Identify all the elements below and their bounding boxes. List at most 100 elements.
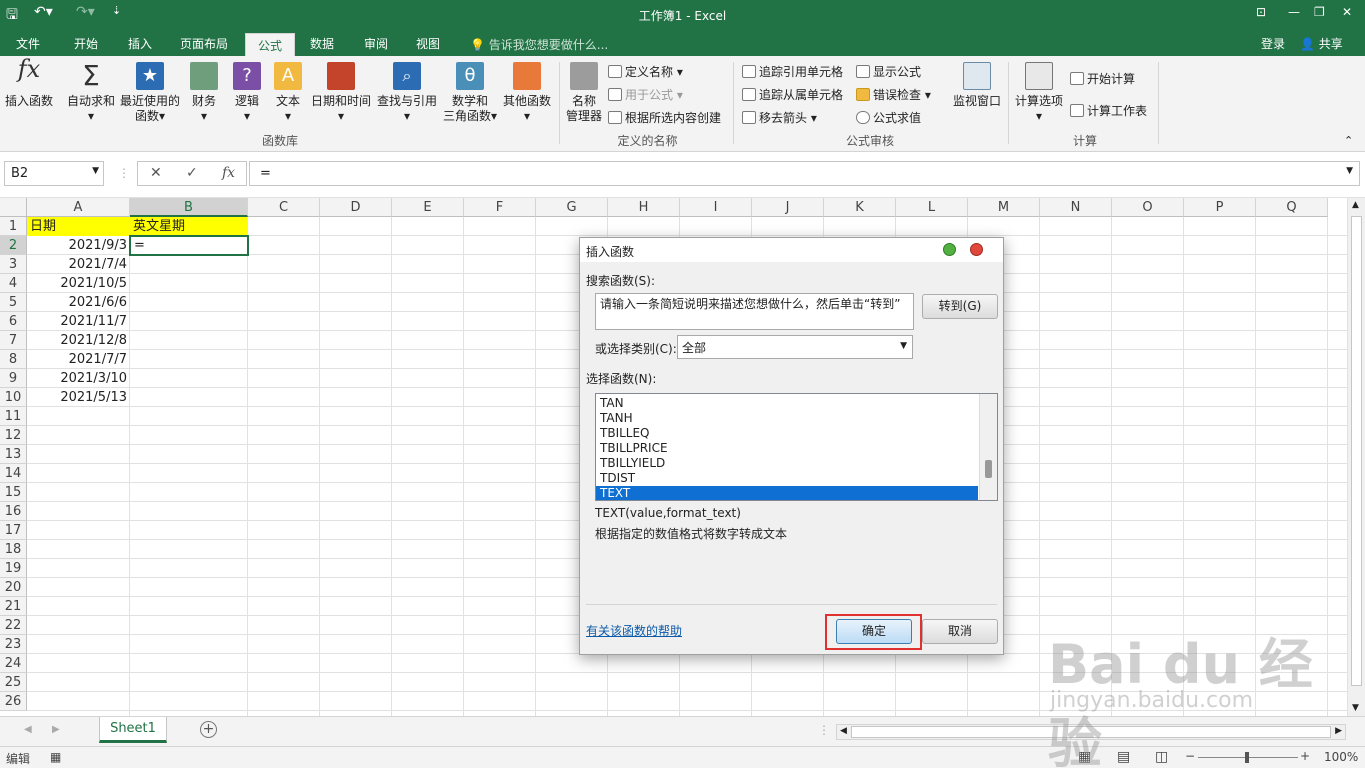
row-header-10[interactable]: 10 — [0, 388, 27, 407]
list-item[interactable]: TBILLEQ — [596, 426, 997, 441]
tab-data[interactable]: 数据 — [310, 35, 334, 52]
insert-function-icon[interactable]: fx — [222, 165, 235, 181]
cell-a9[interactable]: 2021/3/10 — [27, 369, 130, 388]
cell-a8[interactable]: 2021/7/7 — [27, 350, 130, 369]
show-formulas-button[interactable]: 显示公式 — [856, 63, 921, 80]
function-list[interactable]: TAN TANH TBILLEQ TBILLPRICE TBILLYIELD T… — [595, 393, 998, 501]
column-header-k[interactable]: K — [824, 198, 896, 217]
minimize-icon[interactable]: — — [1288, 5, 1300, 19]
expand-formula-icon[interactable]: ▼ — [1346, 166, 1353, 176]
search-function-input[interactable]: 请输入一条简短说明来描述您想做什么，然后单击“转到” — [595, 293, 914, 330]
ribbon-display-icon[interactable]: ⊡ — [1256, 5, 1266, 19]
list-item-selected[interactable]: TEXT — [596, 486, 978, 500]
cell-b2-active[interactable]: = — [129, 235, 249, 256]
scroll-up-icon[interactable]: ▲ — [1352, 200, 1359, 210]
error-checking-button[interactable]: 错误检查 ▾ — [856, 86, 931, 103]
column-header-p[interactable]: P — [1184, 198, 1256, 217]
column-header-b[interactable]: B — [130, 198, 248, 217]
column-header-e[interactable]: E — [392, 198, 464, 217]
calculate-now-button[interactable]: 开始计算 — [1070, 70, 1135, 87]
evaluate-formula-button[interactable]: 公式求值 — [856, 109, 921, 126]
scroll-left-icon[interactable]: ◀ — [840, 726, 847, 736]
row-header-5[interactable]: 5 — [0, 293, 27, 312]
select-all-corner[interactable] — [0, 198, 27, 217]
column-header-g[interactable]: G — [536, 198, 608, 217]
tab-insert[interactable]: 插入 — [128, 35, 152, 52]
trace-dependents-button[interactable]: 追踪从属单元格 — [742, 86, 843, 103]
row-header-19[interactable]: 19 — [0, 559, 27, 578]
tell-me-input[interactable]: 💡 告诉我您想要做什么... — [470, 36, 608, 53]
row-header-3[interactable]: 3 — [0, 255, 27, 274]
row-header-7[interactable]: 7 — [0, 331, 27, 350]
cell-a1[interactable]: 日期 — [27, 217, 130, 236]
list-item[interactable]: TBILLYIELD — [596, 456, 997, 471]
row-header-4[interactable]: 4 — [0, 274, 27, 293]
column-header-m[interactable]: M — [968, 198, 1040, 217]
cell-a4[interactable]: 2021/10/5 — [27, 274, 130, 293]
row-header-18[interactable]: 18 — [0, 540, 27, 559]
close-icon[interactable]: ✕ — [1342, 5, 1352, 19]
cancel-button[interactable]: 取消 — [922, 619, 998, 644]
row-header-1[interactable]: 1 — [0, 217, 27, 236]
cell-a5[interactable]: 2021/6/6 — [27, 293, 130, 312]
cell-a2[interactable]: 2021/9/3 — [27, 236, 130, 255]
add-sheet-button[interactable]: + — [200, 721, 217, 738]
cancel-icon[interactable]: ✕ — [150, 165, 162, 181]
tab-file[interactable]: 文件 — [16, 35, 40, 52]
column-header-f[interactable]: F — [464, 198, 536, 217]
name-manager-button[interactable]: 名称 管理器 — [564, 62, 604, 124]
category-select[interactable]: 全部 ▼ — [677, 335, 913, 359]
dialog-close-icon[interactable] — [970, 243, 983, 256]
lookup-reference-button[interactable]: ⌕ 查找与引用 ▾ — [376, 62, 438, 124]
prev-sheet-icon[interactable]: ◀ — [24, 724, 32, 735]
row-header-12[interactable]: 12 — [0, 426, 27, 445]
sheet-tab-sheet1[interactable]: Sheet1 — [99, 717, 167, 743]
row-header-11[interactable]: 11 — [0, 407, 27, 426]
cell-a6[interactable]: 2021/11/7 — [27, 312, 130, 331]
row-header-24[interactable]: 24 — [0, 654, 27, 673]
column-header-q[interactable]: Q — [1256, 198, 1328, 217]
tab-review[interactable]: 审阅 — [364, 35, 388, 52]
row-header-2[interactable]: 2 — [0, 236, 27, 255]
row-header-8[interactable]: 8 — [0, 350, 27, 369]
login-button[interactable]: 登录 — [1261, 35, 1285, 52]
cell-a10[interactable]: 2021/5/13 — [27, 388, 130, 407]
use-in-formula-button[interactable]: 用于公式 ▾ — [608, 86, 683, 103]
go-button[interactable]: 转到(G) — [922, 294, 998, 319]
function-list-scrollbar[interactable] — [979, 394, 997, 500]
insert-function-button[interactable]: fx 插入函数 — [4, 57, 54, 109]
row-header-22[interactable]: 22 — [0, 616, 27, 635]
column-header-i[interactable]: I — [680, 198, 752, 217]
column-header-a[interactable]: A — [27, 198, 130, 217]
row-header-15[interactable]: 15 — [0, 483, 27, 502]
function-list-scroll-thumb[interactable] — [985, 460, 992, 478]
category-dropdown-icon[interactable]: ▼ — [900, 341, 907, 351]
tab-formulas[interactable]: 公式 — [245, 33, 296, 56]
row-header-26[interactable]: 26 — [0, 692, 27, 711]
function-help-link[interactable]: 有关该函数的帮助 — [586, 622, 682, 639]
macro-record-icon[interactable]: ▦ — [50, 750, 61, 764]
row-header-13[interactable]: 13 — [0, 445, 27, 464]
autosum-button[interactable]: Σ 自动求和 ▾ — [66, 62, 116, 124]
column-header-o[interactable]: O — [1112, 198, 1184, 217]
tab-home[interactable]: 开始 — [74, 35, 98, 52]
row-header-21[interactable]: 21 — [0, 597, 27, 616]
calculate-sheet-button[interactable]: 计算工作表 — [1070, 102, 1147, 119]
row-header-17[interactable]: 17 — [0, 521, 27, 540]
calculation-options-button[interactable]: 计算选项 ▾ — [1012, 62, 1066, 124]
row-header-20[interactable]: 20 — [0, 578, 27, 597]
recently-used-button[interactable]: ★ 最近使用的 函数▾ — [120, 62, 180, 124]
math-trig-button[interactable]: θ 数学和 三角函数▾ — [440, 62, 500, 124]
help-icon[interactable] — [943, 243, 956, 256]
column-header-d[interactable]: D — [320, 198, 392, 217]
row-header-14[interactable]: 14 — [0, 464, 27, 483]
tab-page-layout[interactable]: 页面布局 — [180, 35, 228, 52]
vertical-scroll-thumb[interactable] — [1351, 216, 1362, 686]
row-header-25[interactable]: 25 — [0, 673, 27, 692]
cell-b1[interactable]: 英文星期 — [130, 217, 248, 236]
name-box[interactable]: B2 ▼ — [4, 161, 104, 186]
tab-view[interactable]: 视图 — [416, 35, 440, 52]
column-header-c[interactable]: C — [248, 198, 320, 217]
column-header-j[interactable]: J — [752, 198, 824, 217]
watch-window-button[interactable]: 监视窗口 — [950, 62, 1004, 109]
